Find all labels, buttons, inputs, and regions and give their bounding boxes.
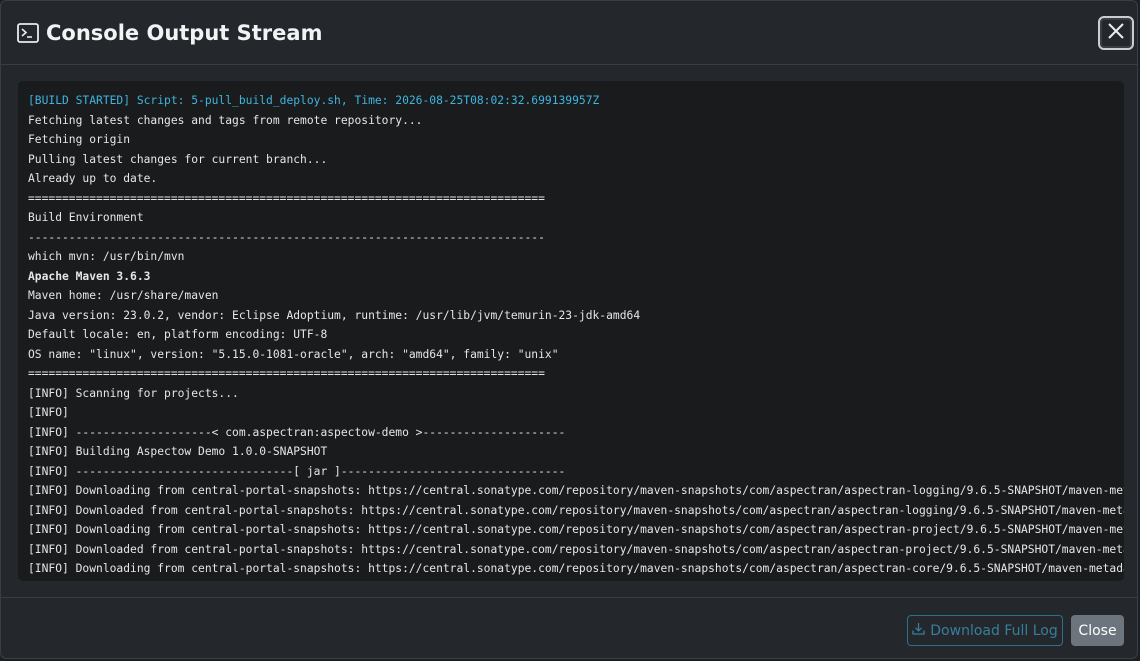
terminal-icon <box>17 23 39 43</box>
console-line: [INFO] <box>28 406 69 419</box>
console-line: [INFO] Downloaded from central-portal-sn… <box>28 542 1124 556</box>
download-button-label: Download Full Log <box>930 622 1058 639</box>
console-line: Fetching origin <box>28 133 131 146</box>
download-icon <box>912 622 925 639</box>
console-modal: Console Output Stream [BUILD STARTED] Sc… <box>0 0 1138 659</box>
console-line: ----------------------------------------… <box>28 230 545 244</box>
console-line: [INFO] Scanning for projects... <box>28 386 239 400</box>
console-line: [INFO] Building Aspectow Demo 1.0.0-SNAP… <box>28 445 328 458</box>
modal-footer: Download Full Log Close <box>1 597 1137 660</box>
console-line: Fetching latest changes and tags from re… <box>28 113 423 127</box>
console-line: [INFO] --------------------------------[… <box>28 464 566 478</box>
console-line: which mvn: /usr/bin/mvn <box>28 250 185 263</box>
console-output[interactable]: [BUILD STARTED] Script: 5-pull_build_dep… <box>18 81 1124 581</box>
close-button[interactable]: Close <box>1071 615 1124 646</box>
console-line: OS name: "linux", version: "5.15.0-1081-… <box>28 347 559 361</box>
console-line: [BUILD STARTED] Script: 5-pull_build_dep… <box>28 94 600 107</box>
close-icon <box>1107 22 1125 45</box>
console-line: Maven home: /usr/share/maven <box>28 289 219 302</box>
console-line: [INFO] --------------------< com.aspectr… <box>28 425 566 439</box>
console-line: [INFO] Downloading from central-portal-s… <box>28 562 1124 575</box>
download-full-log-button[interactable]: Download Full Log <box>907 615 1063 646</box>
console-line: Already up to date. <box>28 172 158 185</box>
console-line: Apache Maven 3.6.3 <box>28 269 151 283</box>
console-line: Build Environment <box>28 211 144 224</box>
modal-title: Console Output Stream <box>46 21 323 45</box>
console-line: ========================================… <box>28 367 545 380</box>
modal-header: Console Output Stream <box>1 1 1137 65</box>
console-line: [INFO] Downloading from central-portal-s… <box>28 523 1124 536</box>
console-line: Default locale: en, platform encoding: U… <box>28 328 328 341</box>
console-line: Java version: 23.0.2, vendor: Eclipse Ad… <box>28 308 641 322</box>
console-line: ========================================… <box>28 191 545 205</box>
console-line: [INFO] Downloaded from central-portal-sn… <box>28 503 1124 517</box>
close-icon-button[interactable] <box>1098 16 1134 50</box>
console-line: Pulling latest changes for current branc… <box>28 152 328 166</box>
console-line: [INFO] Downloading from central-portal-s… <box>28 484 1124 497</box>
